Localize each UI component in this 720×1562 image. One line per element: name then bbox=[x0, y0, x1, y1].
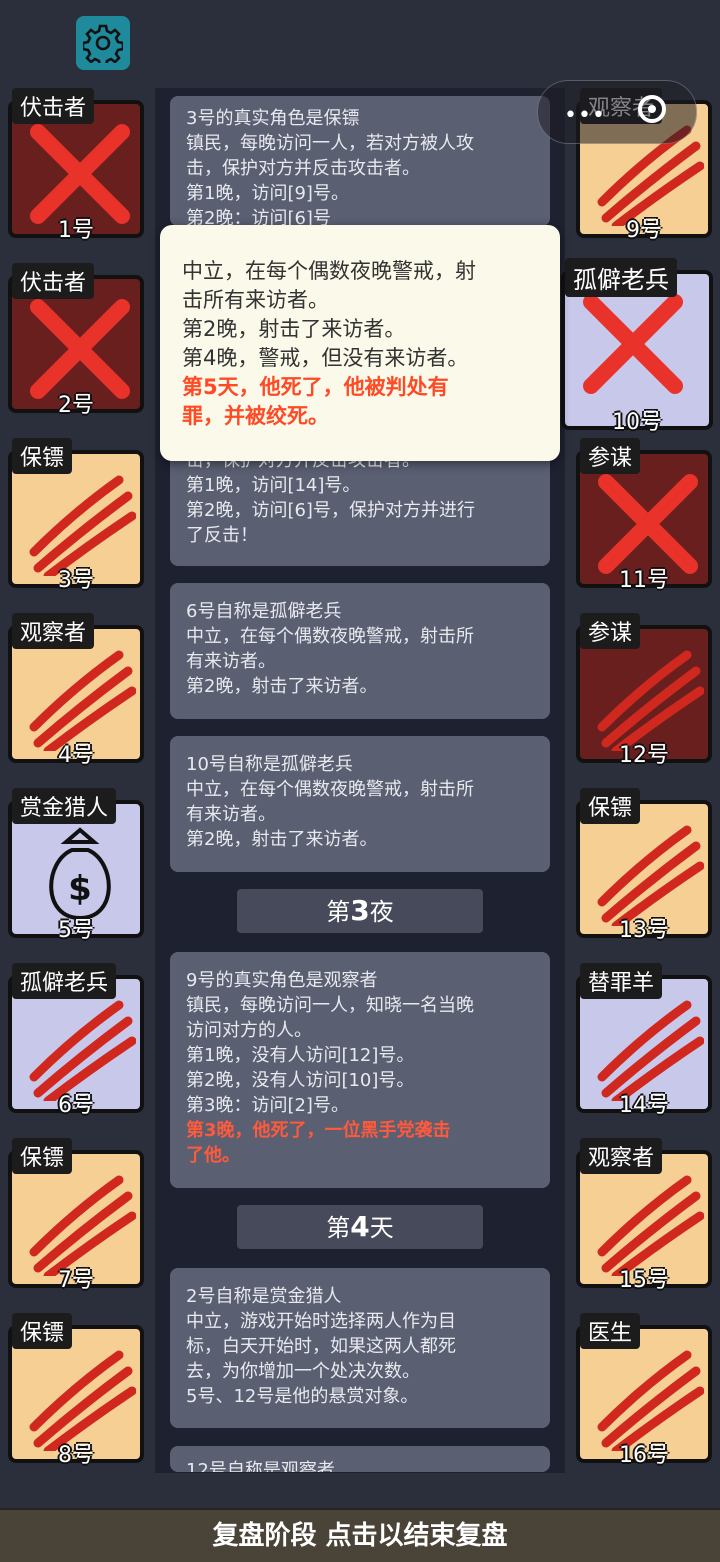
player-card-5[interactable]: $ 赏金猎人 5号 bbox=[8, 788, 144, 943]
player-card-7[interactable]: 保镖 7号 bbox=[8, 1138, 144, 1293]
role-detail-popup[interactable]: 中立，在每个偶数夜晚警戒，射 击所有来访者。 第2晚，射击了来访者。 第4晚，警戒，但… bbox=[160, 225, 560, 461]
claw-marks-icon bbox=[597, 825, 704, 926]
role-label: 保镖 bbox=[12, 438, 73, 474]
player-number: 11号 bbox=[619, 568, 669, 593]
log-message: 2号自称是赏金猎人 中立，游戏开始时选择两人作为目 标，白天开始时，如果这两人都死去… bbox=[170, 1268, 550, 1428]
claw-marks-icon bbox=[29, 1350, 136, 1451]
player-number: 16号 bbox=[619, 1443, 669, 1468]
player-card-10[interactable]: 孤僻老兵 10号 bbox=[561, 258, 713, 435]
role-label: 孤僻老兵 bbox=[12, 963, 117, 999]
player-number: 6号 bbox=[58, 1093, 94, 1118]
role-label: 观察者 bbox=[580, 1138, 663, 1174]
player-number: 9号 bbox=[626, 218, 662, 243]
player-card-16[interactable]: 医生 16号 bbox=[576, 1313, 712, 1468]
svg-text:$: $ bbox=[68, 869, 92, 909]
player-number: 10号 bbox=[612, 410, 662, 435]
log-message: 6号自称是孤僻老兵 中立，在每个偶数夜晚警戒，射击所 有来访者。 第2晚，射击了来访者… bbox=[170, 583, 550, 719]
log-message: 9号的真实角色是观察者 镇民，每晚访问一人，知晓一名当晚 访问对方的人。 第1晚，没有… bbox=[170, 952, 550, 1188]
claw-marks-icon bbox=[597, 1175, 704, 1276]
player-card-11[interactable]: 参谋 11号 bbox=[576, 438, 712, 593]
role-label: 参谋 bbox=[580, 438, 641, 474]
player-card-6[interactable]: 孤僻老兵 6号 bbox=[8, 963, 144, 1118]
player-number: 4号 bbox=[58, 743, 94, 768]
money-bag-icon: $ bbox=[49, 827, 111, 921]
eliminated-cross-icon bbox=[30, 124, 130, 224]
claw-marks-icon bbox=[597, 650, 704, 751]
target-icon[interactable] bbox=[638, 95, 666, 123]
gear-icon bbox=[83, 24, 123, 63]
player-card-2[interactable]: 伏击者 2号 bbox=[8, 263, 144, 418]
eliminated-cross-icon bbox=[30, 299, 130, 399]
role-label: 保镖 bbox=[12, 1138, 73, 1174]
role-label: 伏击者 bbox=[12, 88, 95, 124]
claw-marks-icon bbox=[29, 475, 136, 576]
player-number: 2号 bbox=[58, 393, 94, 418]
player-card-12[interactable]: 参谋 12号 bbox=[576, 613, 712, 768]
log-message: 12号自称是观察者 bbox=[170, 1446, 550, 1472]
role-label: 赏金猎人 bbox=[12, 788, 117, 824]
player-number: 15号 bbox=[619, 1268, 669, 1293]
claw-marks-icon bbox=[29, 1175, 136, 1276]
player-number: 8号 bbox=[58, 1443, 94, 1468]
role-label: 观察者 bbox=[12, 613, 95, 649]
settings-button[interactable] bbox=[76, 16, 130, 70]
claw-marks-icon bbox=[597, 1000, 704, 1101]
player-card-3[interactable]: 保镖 3号 bbox=[8, 438, 144, 593]
player-number: 14号 bbox=[619, 1093, 669, 1118]
role-label: 孤僻老兵 bbox=[565, 258, 677, 297]
player-number: 1号 bbox=[58, 218, 94, 243]
role-label: 保镖 bbox=[580, 788, 641, 824]
role-label: 参谋 bbox=[580, 613, 641, 649]
claw-marks-icon bbox=[597, 1350, 704, 1451]
phase-divider: 第4天 bbox=[237, 1205, 483, 1249]
log-message: 3号的真实角色是保镖 镇民，每晚访问一人，若对方被人攻 击，保护对方并反击攻击者。第… bbox=[170, 96, 550, 229]
player-card-14[interactable]: 替罪羊 14号 bbox=[576, 963, 712, 1118]
eliminated-cross-icon bbox=[583, 294, 683, 394]
player-card-13[interactable]: 保镖 13号 bbox=[576, 788, 712, 943]
end-review-button[interactable]: 复盘阶段 点击以结束复盘 bbox=[0, 1508, 720, 1562]
phase-divider: 第3夜 bbox=[237, 889, 483, 933]
claw-marks-icon bbox=[29, 1000, 136, 1101]
role-label: 伏击者 bbox=[12, 263, 95, 299]
more-menu-icon[interactable]: ••• bbox=[564, 103, 606, 128]
player-card-15[interactable]: 观察者 15号 bbox=[576, 1138, 712, 1293]
player-number: 3号 bbox=[58, 568, 94, 593]
role-label: 医生 bbox=[580, 1313, 641, 1349]
log-message: 10号自称是孤僻老兵 中立，在每个偶数夜晚警戒，射击所 有来访者。 第2晚，射击了来访… bbox=[170, 736, 550, 872]
miniprogram-capsule[interactable]: ••• bbox=[537, 80, 697, 144]
role-label: 替罪羊 bbox=[580, 963, 663, 999]
player-card-8[interactable]: 保镖 8号 bbox=[8, 1313, 144, 1468]
player-card-4[interactable]: 观察者 4号 bbox=[8, 613, 144, 768]
player-number: 5号 bbox=[58, 918, 94, 943]
player-number: 13号 bbox=[619, 918, 669, 943]
eliminated-cross-icon bbox=[598, 474, 698, 574]
claw-marks-icon bbox=[29, 650, 136, 751]
player-number: 12号 bbox=[619, 743, 669, 768]
player-card-1[interactable]: 伏击者 1号 bbox=[8, 88, 144, 243]
player-number: 7号 bbox=[58, 1268, 94, 1293]
role-label: 保镖 bbox=[12, 1313, 73, 1349]
